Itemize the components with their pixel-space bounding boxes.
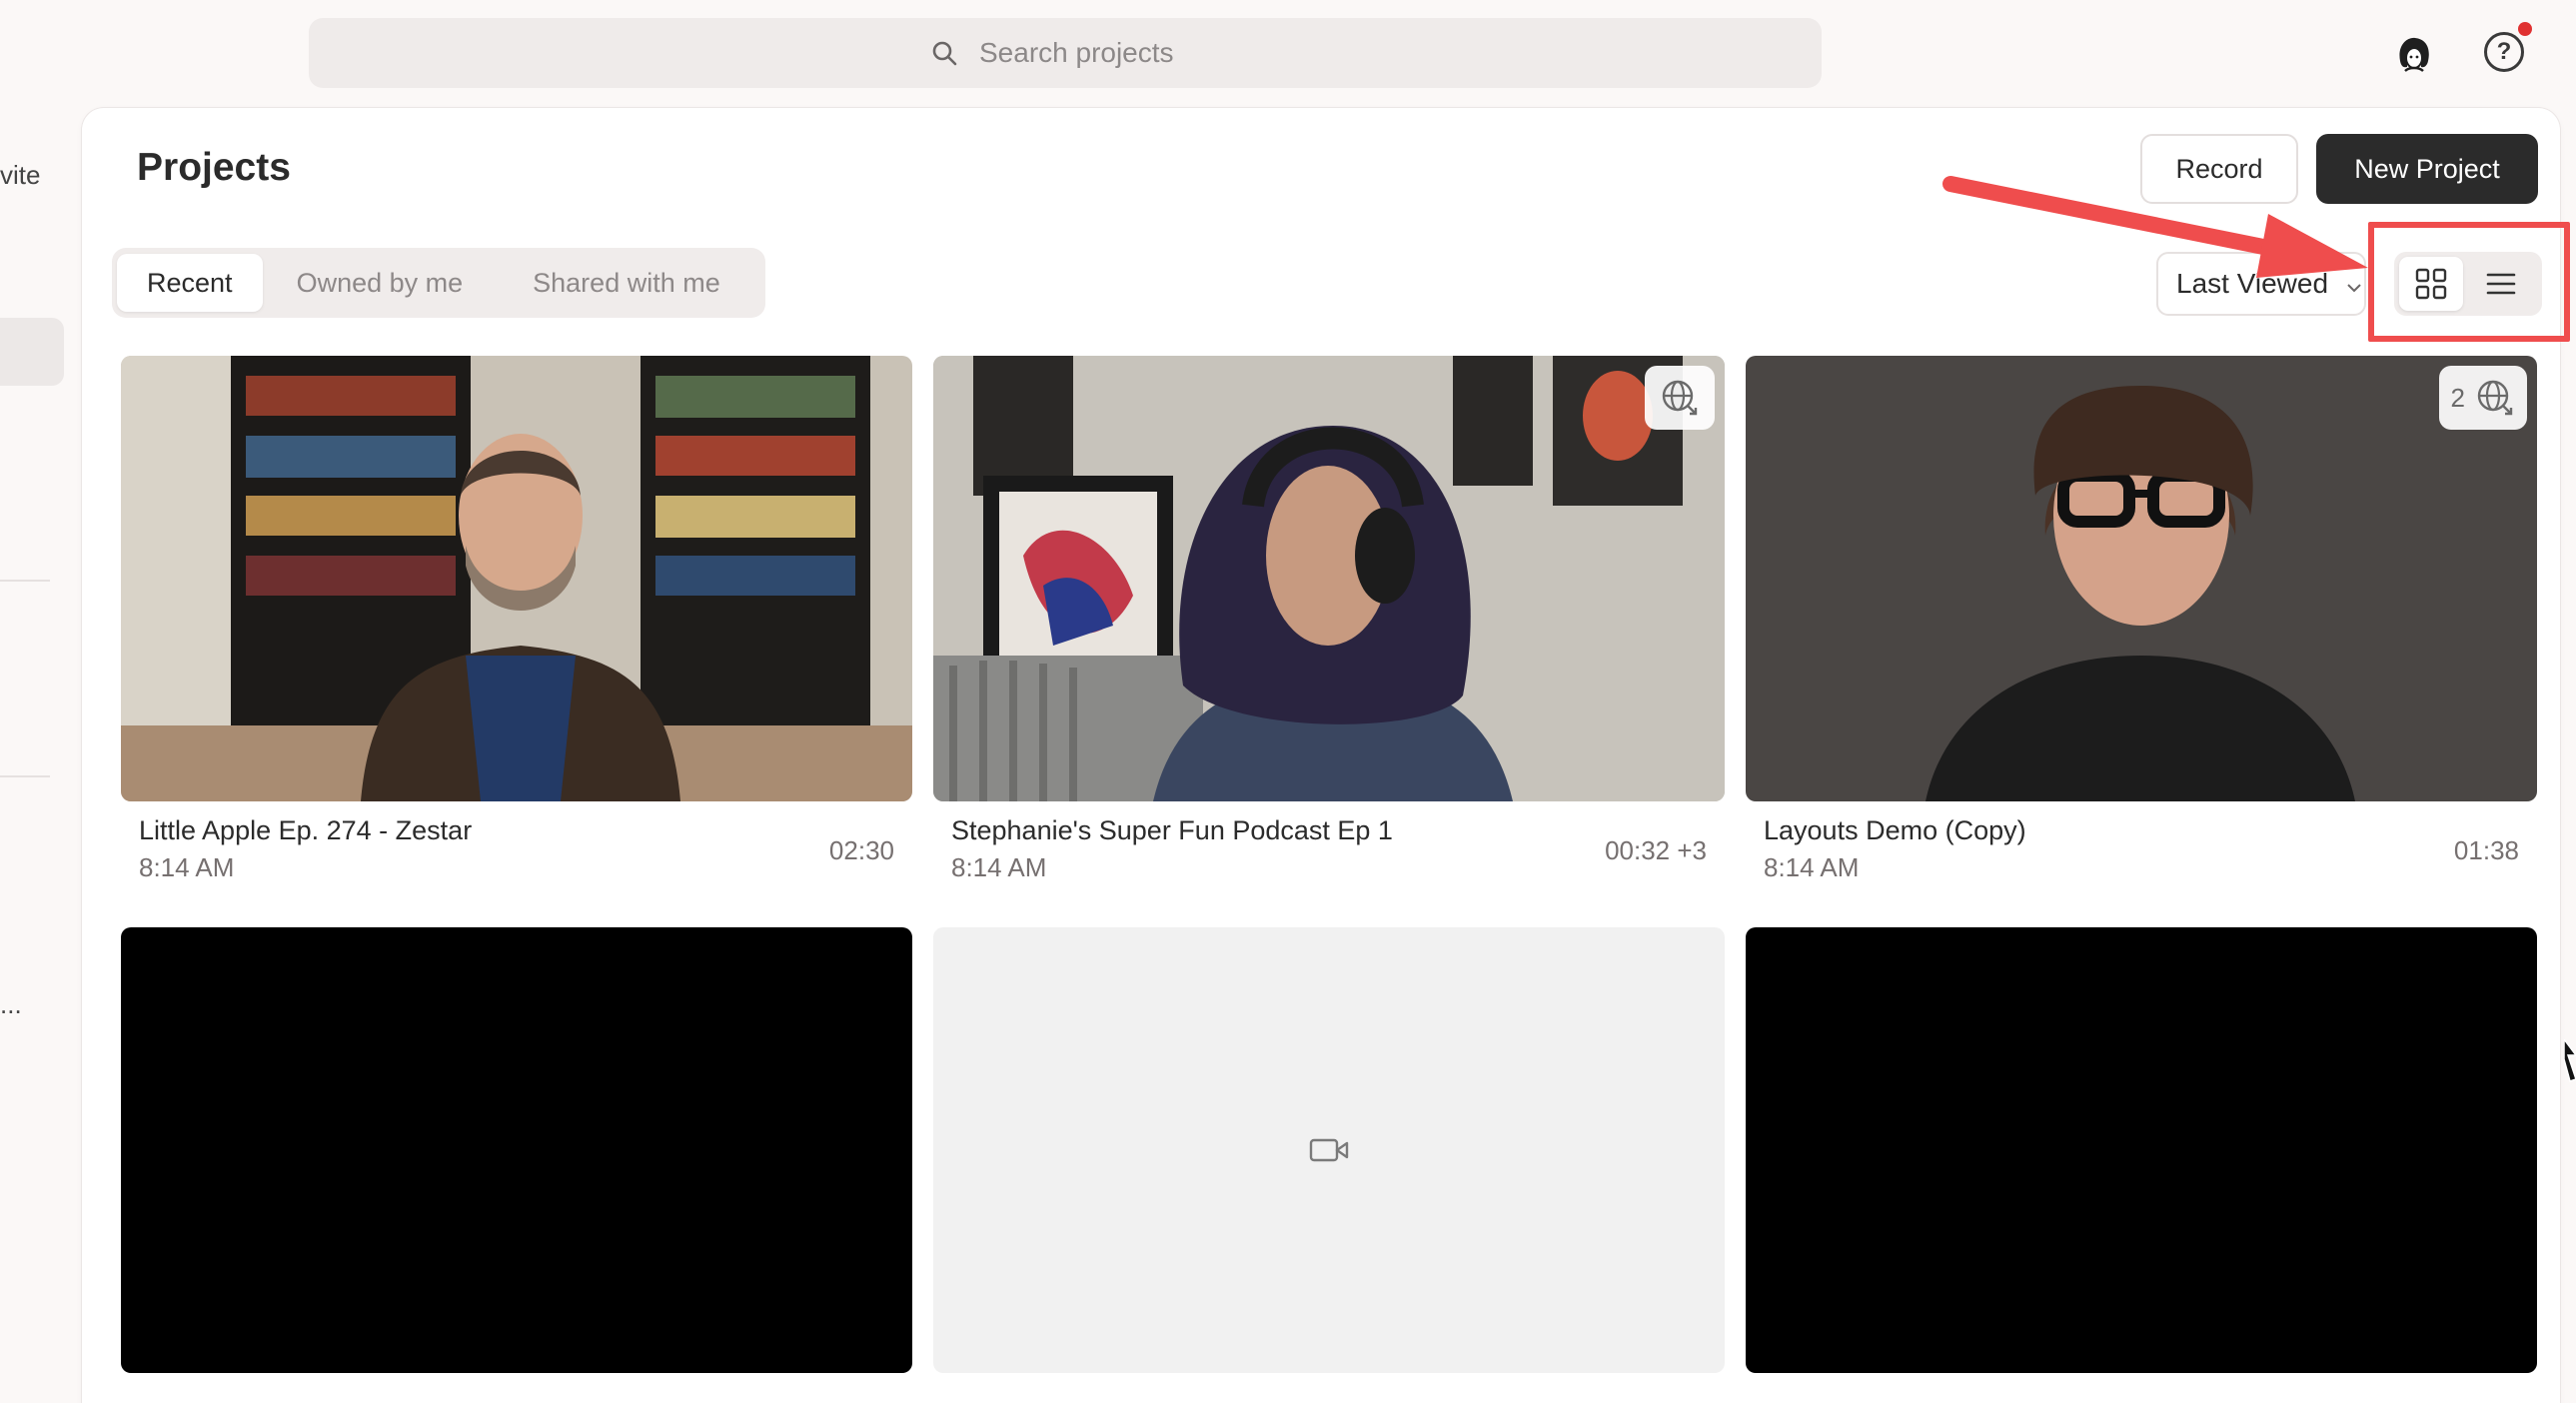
project-card[interactable]: [121, 927, 912, 1373]
sidebar-divider: [0, 580, 50, 582]
project-title[interactable]: Little Apple Ep. 274 - Zestar: [139, 815, 894, 846]
question-icon: ?: [2496, 38, 2512, 65]
sidebar-active-item[interactable]: [0, 318, 64, 386]
share-count: 2: [2450, 382, 2465, 413]
tab-shared-with-me[interactable]: Shared with me: [497, 254, 756, 312]
search-bar[interactable]: [309, 18, 1822, 88]
project-title[interactable]: Layouts Demo (Copy): [1764, 815, 2519, 846]
page-title: Projects: [137, 146, 291, 189]
tab-recent[interactable]: Recent: [117, 254, 263, 312]
globe-share-icon: [2477, 380, 2513, 416]
video-thumbnail-image: [121, 356, 912, 801]
project-card[interactable]: [1746, 927, 2537, 1373]
help-button[interactable]: ?: [2484, 32, 2524, 72]
avatar-icon: [2399, 37, 2429, 72]
project-duration: 01:38: [2453, 835, 2519, 865]
project-thumbnail[interactable]: [933, 927, 1725, 1373]
video-thumbnail-image: [1746, 356, 2537, 801]
project-thumbnail[interactable]: [121, 927, 912, 1373]
annotation-highlight-box: [2368, 222, 2570, 342]
search-icon: [931, 40, 957, 66]
annotation-arrow-icon: [1942, 176, 2368, 278]
globe-share-icon: [1662, 380, 1698, 416]
project-time: 8:14 AM: [951, 852, 1047, 882]
mouse-cursor-icon: [2564, 1039, 2576, 1082]
video-thumbnail-image: [933, 356, 1725, 801]
tab-owned-by-me[interactable]: Owned by me: [263, 254, 498, 312]
project-duration: 00:32 +3: [1605, 835, 1707, 865]
search-input[interactable]: [979, 37, 1199, 69]
project-card[interactable]: Stephanie's Super Fun Podcast Ep 1 8:14 …: [933, 356, 1725, 921]
sidebar-invite-label[interactable]: vite: [0, 160, 40, 191]
sidebar-more-label[interactable]: ...: [0, 989, 22, 1020]
sidebar-divider: [0, 775, 50, 777]
project-thumbnail[interactable]: [121, 356, 912, 801]
project-card[interactable]: [933, 927, 1725, 1373]
video-camera-icon: [1309, 1138, 1349, 1162]
notification-dot: [2518, 22, 2532, 36]
project-time: 8:14 AM: [139, 852, 235, 882]
project-duration: 02:30: [828, 835, 894, 865]
project-card[interactable]: 2 Layouts Demo (Copy) 8:14 AM 01:38: [1746, 356, 2537, 921]
project-thumbnail[interactable]: [1746, 927, 2537, 1373]
project-card[interactable]: Little Apple Ep. 274 - Zestar 8:14 AM 02…: [121, 356, 912, 921]
share-badge[interactable]: [1645, 366, 1715, 430]
project-thumbnail[interactable]: [933, 356, 1725, 801]
share-badge[interactable]: 2: [2438, 366, 2527, 430]
project-filter-tabs: Recent Owned by me Shared with me: [112, 248, 765, 318]
project-title[interactable]: Stephanie's Super Fun Podcast Ep 1: [951, 815, 1707, 846]
project-time: 8:14 AM: [1764, 852, 1860, 882]
project-thumbnail[interactable]: 2: [1746, 356, 2537, 801]
avatar[interactable]: [2390, 30, 2438, 78]
